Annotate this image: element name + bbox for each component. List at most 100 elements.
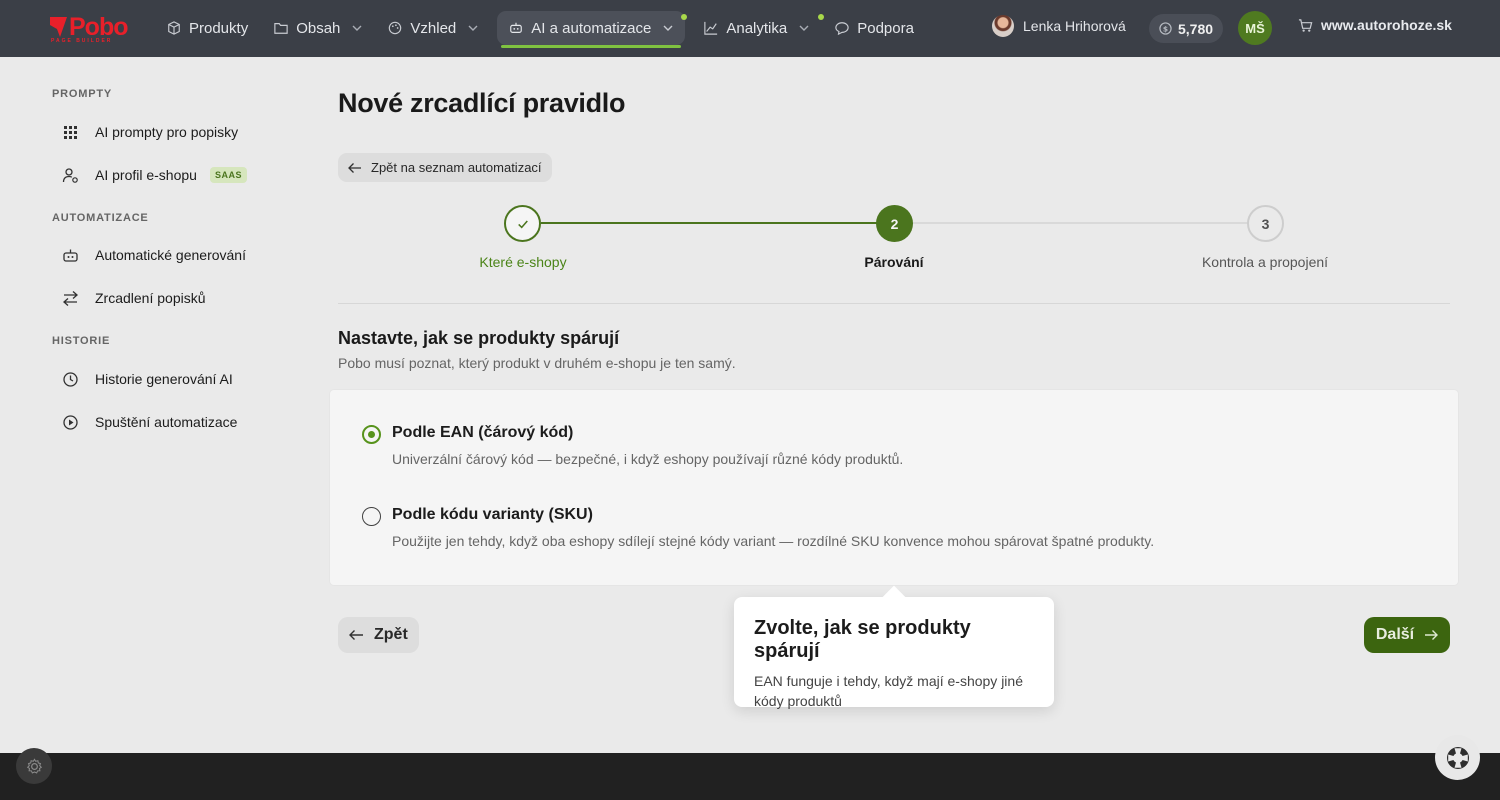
box-icon (168, 21, 180, 35)
sidebar-item-zrcadleni-popisku[interactable]: Zrcadlení popisků (62, 286, 206, 310)
nav-label: Produkty (189, 19, 249, 37)
logo-arrow-icon (50, 17, 67, 37)
footer-bar (0, 753, 1500, 800)
nav-item-vzhled[interactable]: Vzhled (381, 11, 485, 45)
step-connector-done (541, 222, 877, 224)
option-title: Podle EAN (čárový kód) (392, 424, 574, 441)
user-settings-icon (62, 167, 78, 183)
arrow-right-icon (1425, 630, 1439, 640)
user-avatar (992, 15, 1014, 37)
step-connector-pending (911, 222, 1248, 224)
grid-icon (64, 125, 77, 139)
nav-item-analytika[interactable]: Analytika (697, 11, 825, 45)
nav-label: Vzhled (410, 19, 457, 37)
user-menu[interactable]: Lenka Hrihorová (992, 15, 1126, 37)
account-avatar[interactable]: MŠ (1238, 11, 1272, 45)
chevron-down-icon (468, 25, 478, 31)
sidebar-section-title: PROMPTY (52, 88, 112, 100)
radio-sku[interactable] (362, 507, 381, 526)
matching-options-card: Podle EAN (čárový kód) Univerzální čárov… (338, 398, 1450, 577)
step-1-done[interactable] (504, 205, 541, 242)
lifebuoy-icon (1446, 746, 1469, 769)
nav-item-produkty[interactable]: Produkty (160, 11, 255, 45)
cart-icon (1298, 18, 1313, 32)
gear-icon (26, 757, 42, 774)
option-sku[interactable]: Podle kódu varianty (SKU) Použijte jen t… (362, 506, 1422, 551)
sidebar-item-label: Automatické generování (95, 247, 246, 263)
robot-icon (510, 22, 523, 33)
chevron-down-icon (352, 25, 362, 31)
pobo-logo[interactable]: Pobo PAGE BUILDER (50, 14, 132, 44)
section-subtitle: Pobo musí poznat, který produkt v druhém… (338, 355, 736, 371)
logo-text: Pobo (69, 13, 128, 41)
help-button[interactable] (1435, 735, 1480, 780)
step-3-label: Kontrola a propojení (1201, 254, 1329, 270)
section-divider (338, 303, 1450, 304)
logo-tagline: PAGE BUILDER (51, 38, 113, 44)
chart-icon (704, 21, 718, 35)
back-button-label: Zpět (374, 626, 408, 643)
coin-icon: $ (1159, 22, 1172, 35)
play-circle-icon (63, 414, 78, 430)
arrow-left-icon (349, 630, 363, 640)
arrow-left-icon (348, 162, 361, 173)
option-title: Podle kódu varianty (SKU) (392, 506, 593, 523)
nav-item-ai-automatizace[interactable]: AI a automatizace (497, 11, 688, 48)
sidebar: PROMPTY AI prompty pro popisky AI profil… (0, 57, 300, 753)
option-ean[interactable]: Podle EAN (čárový kód) Univerzální čárov… (362, 424, 1422, 469)
step-2-current: 2 (876, 205, 913, 242)
credits-value: 5,780 (1178, 20, 1214, 37)
nav-item-obsah[interactable]: Obsah (267, 11, 369, 45)
sidebar-item-automaticke-generovani[interactable]: Automatické generování (62, 243, 246, 267)
svg-text:$: $ (1163, 24, 1168, 33)
settings-button[interactable] (16, 748, 52, 784)
chevron-down-icon (799, 25, 809, 31)
chat-icon (835, 22, 849, 35)
page-title: Nové zrcadlící pravidlo (338, 88, 626, 118)
nav-label: AI a automatizace (531, 19, 652, 37)
step-3-pending: 3 (1247, 205, 1284, 242)
nav-label: Podpora (857, 19, 914, 37)
sidebar-item-ai-profil[interactable]: AI profil e-shopu SAAS (62, 163, 247, 187)
main-nav: Produkty Obsah Vzhled AI a automatizace … (160, 10, 933, 48)
radio-ean-selected[interactable] (362, 425, 381, 444)
notification-dot (681, 14, 688, 20)
credits-badge[interactable]: $ 5,780 (1149, 14, 1224, 43)
sidebar-section-title: AUTOMATIZACE (52, 212, 149, 224)
shop-domain: www.autorohoze.sk (1321, 17, 1452, 33)
chevron-down-icon (663, 25, 673, 31)
sidebar-item-spusteni-automatizace[interactable]: Spuštění automatizace (62, 410, 237, 434)
sidebar-section-title: HISTORIE (52, 335, 111, 347)
sidebar-item-label: Zrcadlení popisků (95, 290, 206, 306)
nav-item-podpora[interactable]: Podpora (828, 11, 921, 45)
next-button[interactable]: Další (1364, 617, 1450, 653)
sidebar-item-ai-prompty[interactable]: AI prompty pro popisky (62, 120, 238, 144)
nav-label: Obsah (296, 19, 341, 37)
top-navigation: Pobo PAGE BUILDER Produkty Obsah Vzhled … (0, 0, 1500, 57)
step-1-label: Které e-shopy (479, 254, 567, 270)
option-description: Použijte jen tehdy, když oba eshopy sdíl… (392, 533, 1155, 549)
folder-icon (274, 23, 288, 34)
sidebar-item-label: Historie generování AI (95, 371, 233, 387)
check-icon (517, 219, 528, 229)
user-name: Lenka Hrihorová (1023, 18, 1126, 34)
nav-label: Analytika (726, 19, 788, 37)
robot-icon (63, 249, 78, 262)
back-link-label: Zpět na seznam automatizací (371, 160, 542, 175)
back-to-list-button[interactable]: Zpět na seznam automatizací (338, 153, 552, 182)
palette-icon (389, 21, 402, 35)
tooltip-title: Zvolte, jak se produkty spárují (754, 617, 971, 662)
step-2-label: Párování (864, 254, 924, 270)
onboarding-tooltip: Zvolte, jak se produkty spárují EAN fung… (734, 597, 1054, 709)
back-button[interactable]: Zpět (338, 617, 419, 653)
swap-arrows-icon (63, 290, 78, 306)
shop-switcher[interactable]: www.autorohoze.sk (1298, 17, 1452, 33)
sidebar-item-label: AI prompty pro popisky (95, 124, 239, 140)
sidebar-item-label: AI profil e-shopu (95, 167, 197, 183)
matching-options-highlight: Podle EAN (čárový kód) Univerzální čárov… (330, 390, 1458, 585)
notification-dot (818, 14, 825, 20)
section-title: Nastavte, jak se produkty spárují (338, 328, 620, 348)
sidebar-item-label: Spuštění automatizace (95, 414, 238, 430)
sidebar-item-historie-generovani[interactable]: Historie generování AI (62, 367, 233, 391)
next-button-label: Další (1375, 626, 1415, 643)
